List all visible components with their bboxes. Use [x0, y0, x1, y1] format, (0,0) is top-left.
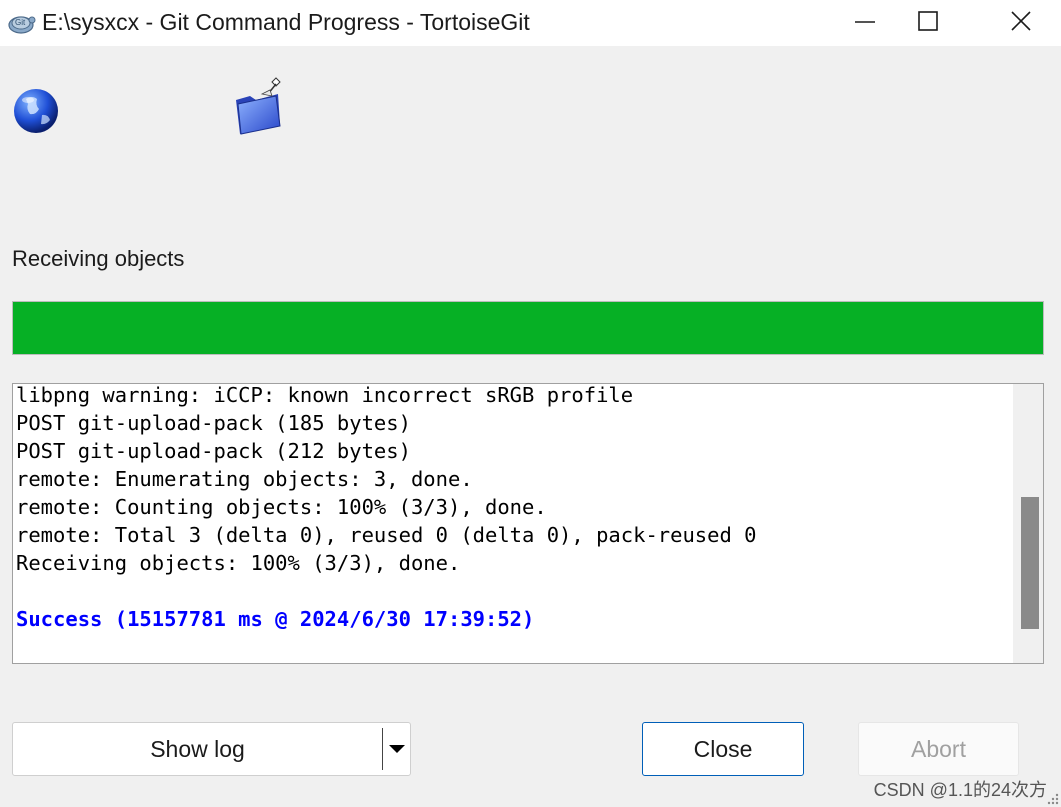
close-icon [1011, 11, 1031, 31]
log-lines: libpng warning: iCCP: known incorrect sR… [16, 383, 1011, 633]
tortoisegit-icon: Git [8, 16, 36, 34]
watermark: CSDN @1.1的24次方 [873, 780, 1047, 800]
log-line: Receiving objects: 100% (3/3), done. [16, 551, 461, 575]
folder-icon [236, 77, 281, 135]
maximize-icon [918, 11, 938, 31]
progress-fill [13, 302, 1043, 354]
log-output[interactable]: libpng warning: iCCP: known incorrect sR… [12, 383, 1044, 664]
abort-button: Abort [858, 722, 1019, 776]
show-log-split-button[interactable]: Show log [12, 722, 411, 776]
close-window-button[interactable] [991, 0, 1051, 46]
minimize-icon [855, 21, 875, 23]
log-line: POST git-upload-pack (185 bytes) [16, 411, 411, 435]
log-line: POST git-upload-pack (212 bytes) [16, 439, 411, 463]
close-button[interactable]: Close [642, 722, 804, 776]
progress-bar [12, 301, 1044, 355]
log-line: remote: Enumerating objects: 3, done. [16, 467, 473, 491]
resize-grip-icon[interactable] [1045, 791, 1059, 805]
title-bar: Git E:\sysxcx - Git Command Progress - T… [0, 0, 1061, 46]
log-line: remote: Total 3 (delta 0), reused 0 (del… [16, 523, 757, 547]
show-log-label: Show log [150, 735, 245, 762]
minimize-button[interactable] [835, 0, 895, 46]
window-title: E:\sysxcx - Git Command Progress - Torto… [42, 9, 530, 35]
log-line: libpng warning: iCCP: known incorrect sR… [16, 383, 634, 407]
log-scrollbar-thumb[interactable] [1021, 497, 1039, 629]
log-scrollbar[interactable] [1013, 384, 1043, 663]
show-log-button[interactable]: Show log [13, 723, 382, 775]
status-label: Receiving objects [12, 246, 185, 271]
log-line: Success (15157781 ms @ 2024/6/30 17:39:5… [16, 607, 535, 631]
globe-icon [14, 89, 58, 133]
close-label: Close [693, 735, 753, 762]
abort-label: Abort [911, 735, 966, 762]
show-log-dropdown-button[interactable] [383, 723, 410, 775]
dropdown-arrow-icon [388, 745, 405, 753]
log-line: remote: Counting objects: 100% (3/3), do… [16, 495, 547, 519]
maximize-button[interactable] [898, 0, 958, 46]
svg-text:Git: Git [15, 18, 26, 27]
